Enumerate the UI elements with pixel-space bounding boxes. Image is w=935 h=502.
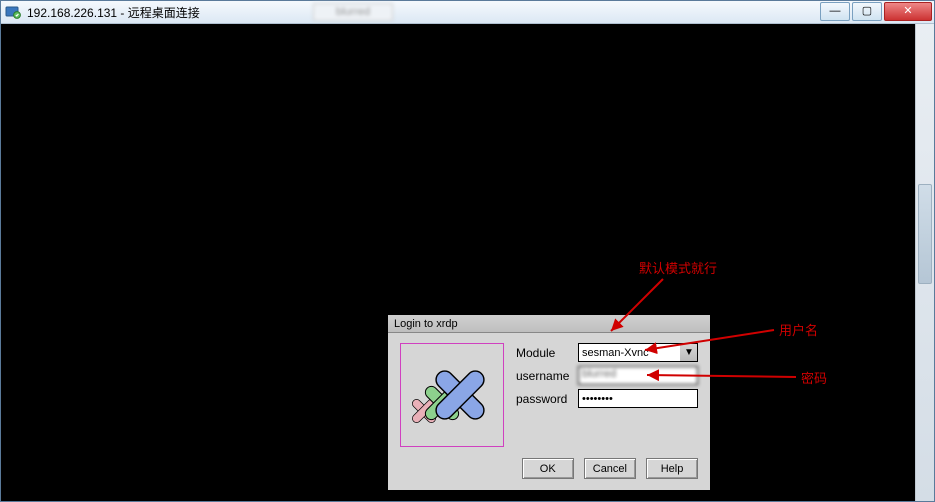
ok-button[interactable]: OK — [522, 458, 574, 479]
cancel-button[interactable]: Cancel — [584, 458, 636, 479]
close-button[interactable]: ✕ — [884, 2, 932, 21]
outer-titlebar[interactable]: 192.168.226.131 - 远程桌面连接 blurred — ▢ ✕ — [1, 1, 934, 24]
annotation-password: 密码 — [801, 368, 827, 387]
username-input[interactable]: blurred — [578, 366, 698, 385]
xrdp-button-row: OK Cancel Help — [522, 458, 698, 479]
annotation-username: 用户名 — [779, 320, 818, 339]
module-row: Module sesman-Xvnc ▼ — [516, 343, 698, 362]
module-select[interactable]: sesman-Xvnc — [578, 343, 698, 362]
help-button[interactable]: Help — [646, 458, 698, 479]
rdp-window: 192.168.226.131 - 远程桌面连接 blurred — ▢ ✕ L… — [0, 0, 935, 502]
window-title: 192.168.226.131 - 远程桌面连接 — [27, 4, 200, 21]
password-label: password — [516, 392, 578, 406]
password-input[interactable] — [578, 389, 698, 408]
username-label: username — [516, 369, 578, 383]
annotation-module: 默认模式就行 — [639, 258, 717, 277]
module-select-wrap: sesman-Xvnc ▼ — [578, 343, 698, 362]
xrdp-login-dialog: Login to xrdp — [387, 314, 711, 491]
blurred-tab: blurred — [313, 3, 393, 21]
module-label: Module — [516, 346, 578, 360]
remote-desktop-canvas: Login to xrdp — [1, 24, 934, 501]
minimize-button[interactable]: — — [820, 2, 850, 21]
username-row: username blurred — [516, 366, 698, 385]
window-controls: — ▢ ✕ — [820, 2, 932, 21]
scrollbar-thumb[interactable] — [918, 184, 932, 284]
xrdp-dialog-title[interactable]: Login to xrdp — [388, 315, 710, 333]
rdp-icon — [5, 4, 21, 20]
password-row: password — [516, 389, 698, 408]
xrdp-logo — [400, 343, 504, 447]
xrdp-title-text: Login to xrdp — [394, 318, 458, 330]
maximize-button[interactable]: ▢ — [852, 2, 882, 21]
xrdp-dialog-body: Module sesman-Xvnc ▼ username blurred pa… — [388, 333, 710, 490]
